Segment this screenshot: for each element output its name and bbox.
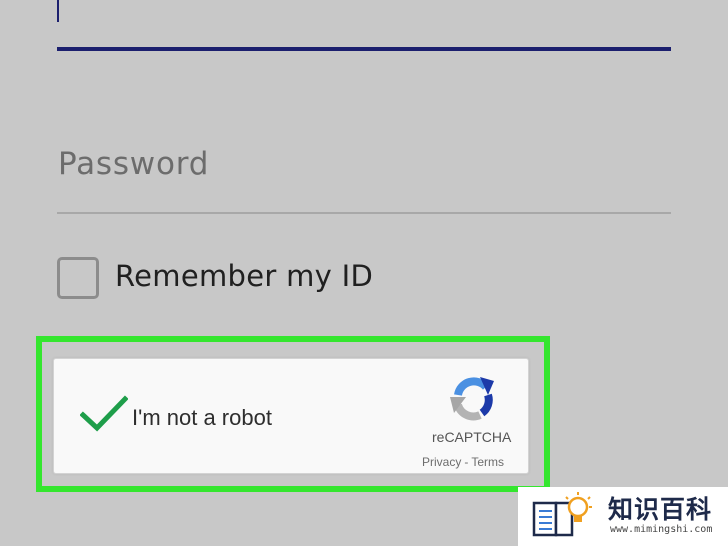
recaptcha-links: Privacy - Terms (422, 455, 504, 469)
remember-id-row[interactable]: Remember my ID (57, 257, 397, 299)
password-field[interactable]: Password (57, 140, 671, 216)
privacy-link[interactable]: Privacy (422, 455, 461, 469)
recaptcha-label: I'm not a robot (132, 405, 272, 430)
remember-id-label[interactable]: Remember my ID (115, 259, 373, 293)
watermark-title: 知识百科 (608, 495, 713, 524)
text-cursor (57, 0, 59, 22)
recaptcha-logo-icon (450, 377, 494, 421)
password-underline (57, 212, 671, 214)
username-underline (57, 47, 671, 51)
remember-id-checkbox[interactable] (57, 257, 99, 299)
terms-link[interactable]: Terms (471, 455, 504, 469)
recaptcha-checkmark-icon[interactable] (80, 395, 128, 433)
recaptcha-widget: I'm not a robot reCAPTCHA Privacy - Terms (53, 358, 529, 474)
username-field[interactable] (57, 0, 671, 52)
password-placeholder: Password (58, 146, 210, 182)
watermark-url: www.mimingshi.com (610, 524, 713, 535)
watermark: 知识百科 www.mimingshi.com (518, 487, 728, 546)
book-lightbulb-logo-icon (532, 492, 592, 537)
links-separator: - (464, 455, 469, 469)
recaptcha-brand: reCAPTCHA (432, 429, 512, 445)
